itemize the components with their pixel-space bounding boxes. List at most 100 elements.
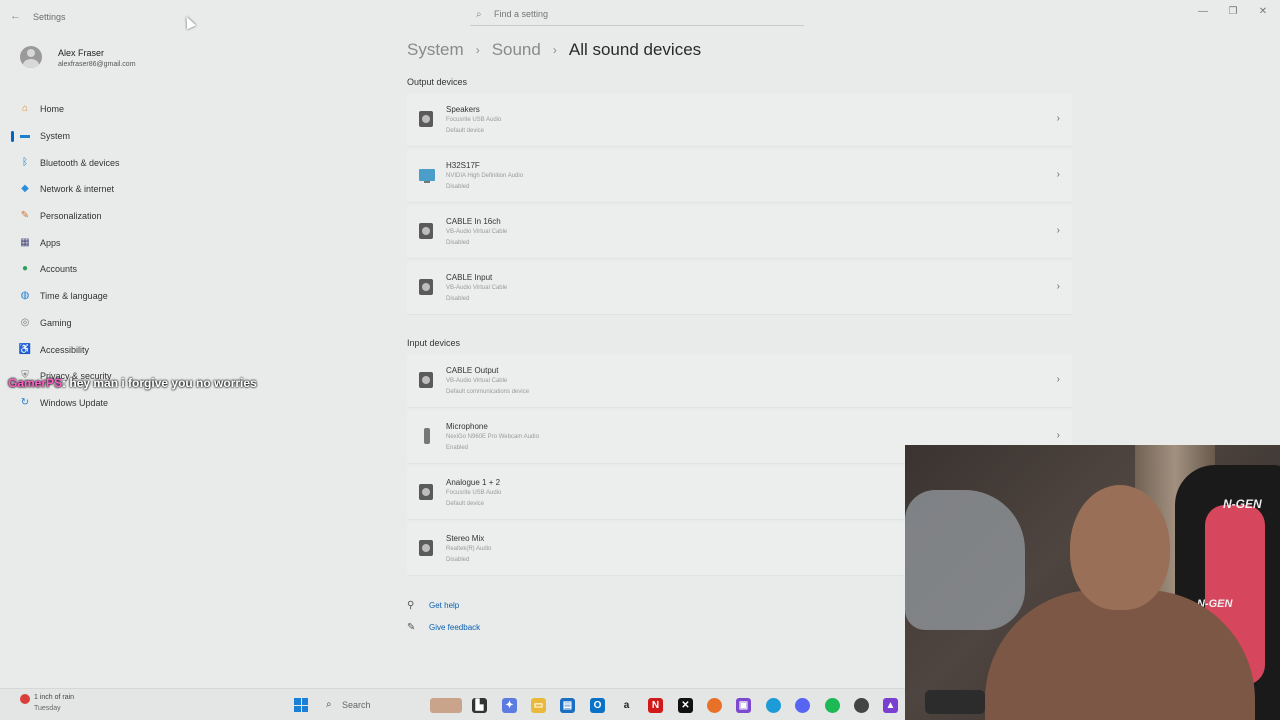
breadcrumb-system[interactable]: System (407, 40, 464, 60)
device-description: VB-Audio Virtual Cable (446, 378, 508, 384)
give-feedback-label: Give feedback (429, 623, 481, 632)
obs-icon[interactable] (854, 698, 869, 713)
sidebar-item-home[interactable]: ⌂ Home (10, 96, 240, 123)
device-name: H32S17F (446, 161, 480, 170)
sidebar-nav: ⌂ Home ▬ System ᛒ Bluetooth & devices ◆ … (10, 96, 240, 416)
search-icon: ⌕ (476, 9, 482, 20)
back-arrow-icon[interactable]: ← (10, 10, 21, 22)
speaker-icon (419, 484, 433, 500)
device-description: VB-Audio Virtual Cable (446, 229, 508, 235)
sidebar-item-label: Personalization (40, 211, 102, 222)
sidebar-item-time-language[interactable]: ◍ Time & language (10, 283, 240, 310)
find-setting-search[interactable]: ⌕ (470, 7, 804, 26)
device-row-speakers[interactable]: Speakers Focusrite USB Audio Default dev… (407, 93, 1072, 147)
minimize-button[interactable]: — (1188, 4, 1218, 20)
device-description: Focusrite USB Audio (446, 490, 502, 496)
store-icon[interactable]: ▤ (560, 698, 575, 713)
webcam-person-head (1070, 485, 1170, 610)
give-feedback-link[interactable]: ✎ Give feedback (407, 622, 480, 633)
sidebar-item-windows-update[interactable]: ↻ Windows Update (10, 390, 240, 417)
twitch-icon[interactable]: ▣ (736, 698, 751, 713)
microphone-icon (424, 428, 430, 444)
device-description: Realtek(R) Audio (446, 546, 492, 552)
get-help-label: Get help (429, 601, 460, 610)
device-row-h32s17f[interactable]: H32S17F NVIDIA High Definition Audio Dis… (407, 149, 1072, 203)
chevron-right-icon: › (552, 43, 557, 57)
device-row-cable-output[interactable]: CABLE Output VB-Audio Virtual Cable Defa… (407, 354, 1072, 408)
apps-icon: ▦ (20, 236, 30, 248)
sidebar-item-network[interactable]: ◆ Network & internet (10, 176, 240, 203)
app-title: Settings (33, 12, 66, 22)
device-status: Disabled (446, 184, 470, 190)
update-icon: ↻ (20, 396, 30, 408)
breadcrumb-sound[interactable]: Sound (492, 40, 541, 60)
sidebar-item-label: Time & language (40, 291, 108, 302)
speaker-icon (419, 540, 433, 556)
sidebar-item-system[interactable]: ▬ System (10, 123, 240, 150)
close-button[interactable]: ✕ (1248, 4, 1278, 20)
get-help-link[interactable]: ⚲ Get help (407, 600, 459, 611)
discord-icon[interactable] (795, 698, 810, 713)
output-devices-heading: Output devices (407, 77, 468, 87)
chevron-right-icon: › (475, 43, 480, 57)
accounts-icon: ● (21, 263, 29, 275)
start-button[interactable] (294, 698, 308, 712)
sidebar-item-gaming[interactable]: ◎ Gaming (10, 310, 240, 337)
weather-icon[interactable] (20, 694, 30, 704)
device-row-cable-input[interactable]: CABLE Input VB-Audio Virtual Cable Disab… (407, 261, 1072, 315)
chevron-right-icon: › (1056, 430, 1060, 441)
chevron-right-icon: › (1056, 374, 1060, 385)
device-row-cable-in-16ch[interactable]: CABLE In 16ch VB-Audio Virtual Cable Dis… (407, 205, 1072, 259)
device-description: VB-Audio Virtual Cable (446, 285, 508, 291)
device-name: Speakers (446, 105, 480, 114)
webcam-phone (925, 690, 985, 714)
copilot-icon[interactable]: ✦ (502, 698, 517, 713)
widget-icon[interactable] (430, 698, 462, 713)
gaming-icon: ◎ (20, 316, 30, 328)
active-indicator (11, 130, 14, 142)
find-setting-input[interactable] (494, 9, 784, 19)
device-description: Focusrite USB Audio (446, 117, 502, 123)
profile-email: alexfraser86@gmail.com (58, 61, 136, 68)
help-icon: ⚲ (407, 600, 415, 611)
sidebar-item-label: Network & internet (40, 184, 115, 195)
edge-icon[interactable] (766, 698, 781, 713)
device-status: Default device (446, 128, 485, 134)
avatar[interactable] (20, 46, 42, 68)
speaker-icon (419, 223, 433, 239)
sidebar-item-label: System (40, 131, 71, 142)
chevron-right-icon: › (1056, 169, 1060, 180)
device-status: Disabled (446, 296, 470, 302)
sidebar-item-label: Accounts (40, 264, 78, 275)
x-icon[interactable]: ✕ (678, 698, 693, 713)
weather-text[interactable]: 1 inch of rain (34, 694, 74, 701)
device-name: CABLE In 16ch (446, 217, 501, 226)
sidebar-item-accounts[interactable]: ● Accounts (10, 256, 240, 283)
monitor-icon (419, 169, 435, 183)
sidebar-item-personalization[interactable]: ✎ Personalization (10, 203, 240, 230)
spotify-icon[interactable] (825, 698, 840, 713)
app-icon[interactable]: ▲ (883, 698, 898, 713)
brush-icon: ✎ (20, 210, 30, 222)
device-status: Disabled (446, 240, 470, 246)
network-icon: ◆ (21, 183, 29, 195)
device-status: Default communications device (446, 389, 530, 395)
sidebar-item-bluetooth[interactable]: ᛒ Bluetooth & devices (10, 149, 240, 176)
globe-icon: ◍ (20, 290, 30, 302)
netflix-icon[interactable]: N (648, 698, 663, 713)
chevron-right-icon: › (1056, 113, 1060, 124)
chat-message: : hey man i forgive you no worries (62, 376, 257, 390)
sidebar-item-accessibility[interactable]: ♿ Accessibility (10, 336, 240, 363)
taskbar: 1 inch of rain Tuesday ⌕ Search ▙ ✦ ▭ ▤ … (0, 688, 905, 720)
maximize-button[interactable]: ❐ (1218, 4, 1248, 20)
outlook-icon[interactable]: O (590, 698, 605, 713)
amazon-icon[interactable]: a (619, 698, 634, 713)
chair-brand: N-GEN (1223, 497, 1262, 511)
terminal-icon[interactable]: ▙ (472, 698, 487, 713)
taskbar-search[interactable]: ⌕ Search (320, 696, 440, 714)
folder-icon[interactable]: ▭ (531, 698, 546, 713)
speaker-icon (419, 279, 433, 295)
device-name: CABLE Output (446, 366, 499, 375)
firefox-icon[interactable] (707, 698, 722, 713)
sidebar-item-apps[interactable]: ▦ Apps (10, 229, 240, 256)
